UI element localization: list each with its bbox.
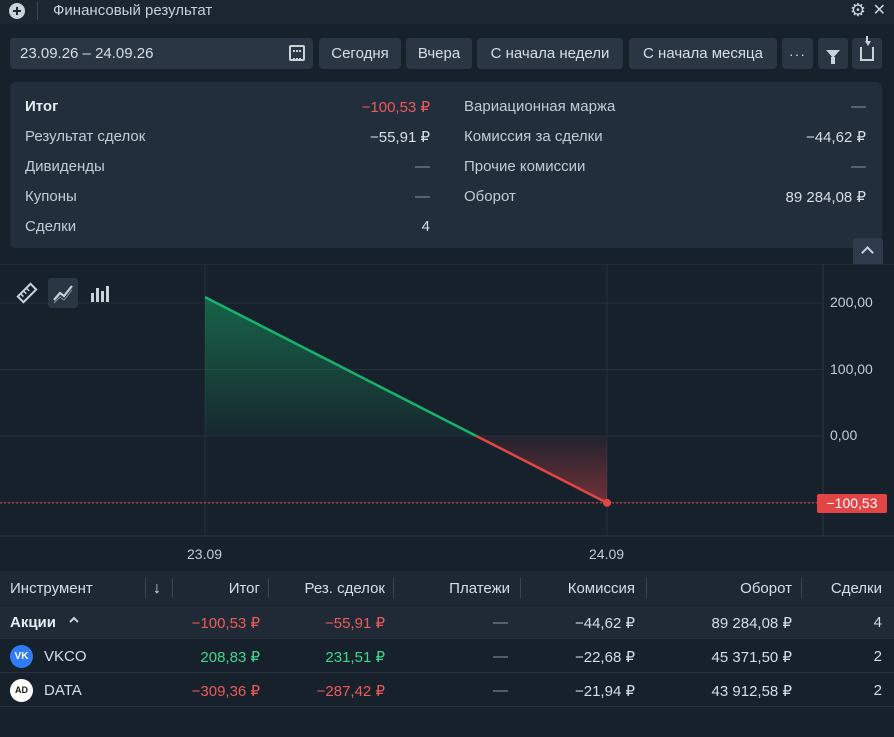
table-group-row[interactable]: Акции −100,53 ₽ −55,91 ₽ — −44,62 ₽ 89 2… <box>0 606 894 639</box>
y-tick-label: 0,00 <box>830 427 858 443</box>
group-turnover: 89 284,08 ₽ <box>711 615 792 632</box>
row-deals: 2 <box>873 648 882 665</box>
group-trades-result: −55,91 ₽ <box>324 615 385 632</box>
row-turnover: 43 912,58 ₽ <box>711 683 792 700</box>
column-separator[interactable] <box>646 578 647 598</box>
settings-gear-icon[interactable]: ⚙ <box>850 1 866 19</box>
add-widget-icon[interactable] <box>9 3 25 19</box>
y-tick-label: 200,00 <box>830 294 873 310</box>
bar-chart-icon <box>91 286 109 302</box>
summary-trades-result-value: −55,91 ₽ <box>369 129 430 146</box>
column-header-commission[interactable]: Комиссия <box>568 580 635 597</box>
group-commission: −44,62 ₽ <box>574 615 635 632</box>
pnl-chart-svg <box>0 264 894 537</box>
summary-total-label: Итог <box>25 98 59 115</box>
summary-coupons-label: Купоны <box>25 188 77 205</box>
column-header-instrument[interactable]: Инструмент <box>10 580 93 597</box>
column-header-total[interactable]: Итог <box>229 580 260 597</box>
column-header-payments[interactable]: Платежи <box>449 580 510 597</box>
group-payments: — <box>493 614 508 631</box>
column-header-deals[interactable]: Сделки <box>831 580 882 597</box>
column-separator[interactable] <box>268 578 269 598</box>
table-row[interactable]: AD DATA −309,36 ₽ −287,42 ₽ — −21,94 ₽ 4… <box>0 674 894 707</box>
yesterday-button[interactable]: Вчера <box>406 38 472 69</box>
date-range-picker[interactable]: 23.09.26 – 24.09.26 <box>10 38 313 69</box>
summary-variation-margin-value: — <box>851 98 866 115</box>
close-icon[interactable]: ✕ <box>873 2 886 20</box>
title-separator <box>37 2 38 20</box>
summary-trades-result-label: Результат сделок <box>25 128 146 145</box>
row-deals: 2 <box>873 682 882 699</box>
filter-button[interactable] <box>818 38 848 69</box>
chevron-up-icon[interactable] <box>68 613 80 630</box>
row-commission: −21,94 ₽ <box>574 683 635 700</box>
filter-funnel-icon <box>826 49 840 64</box>
row-ticker: VKCO <box>44 648 87 665</box>
column-separator[interactable] <box>801 578 802 598</box>
group-deals: 4 <box>873 614 882 631</box>
summary-deals-value: 4 <box>421 218 430 235</box>
summary-turnover-label: Оборот <box>464 188 516 205</box>
current-value-label: −100,53 <box>817 493 887 513</box>
row-trades-result: −287,42 ₽ <box>316 683 385 700</box>
chart-tools <box>12 278 114 308</box>
month-to-date-button[interactable]: С начала месяца <box>629 38 777 69</box>
summary-panel: Итог −100,53 ₽ Результат сделок −55,91 ₽… <box>10 82 882 248</box>
summary-commission-label: Комиссия за сделки <box>464 128 603 145</box>
download-icon <box>860 35 874 61</box>
today-button[interactable]: Сегодня <box>319 38 401 69</box>
group-total: −100,53 ₽ <box>191 615 260 632</box>
chart-grid <box>0 264 823 536</box>
line-chart-button[interactable] <box>48 278 78 308</box>
title-bar: Финансовый результат ⚙ ✕ <box>0 0 894 24</box>
period-toolbar: 23.09.26 – 24.09.26 Сегодня Вчера С нача… <box>0 30 894 76</box>
calendar-icon <box>289 45 305 61</box>
row-ticker: DATA <box>44 682 82 699</box>
window-title: Финансовый результат <box>53 2 213 19</box>
summary-coupons-value: — <box>415 188 430 205</box>
x-tick-label: 24.09 <box>589 546 625 562</box>
ruler-icon <box>16 282 38 304</box>
summary-other-commissions-label: Прочие комиссии <box>464 158 586 175</box>
row-turnover: 45 371,50 ₽ <box>711 649 792 666</box>
summary-other-commissions-value: — <box>851 158 866 175</box>
row-payments: — <box>493 682 508 699</box>
group-name: Акции <box>10 614 57 631</box>
arenadata-logo-icon: AD <box>10 679 33 702</box>
row-total: 208,83 ₽ <box>200 649 260 666</box>
y-tick-label: 100,00 <box>830 360 873 377</box>
vk-logo-icon: VK <box>10 645 33 668</box>
line-chart-icon <box>53 285 73 304</box>
row-commission: −22,68 ₽ <box>574 649 635 666</box>
data-point-24-09 <box>603 498 611 507</box>
bar-chart-button[interactable] <box>84 278 114 308</box>
summary-deals-label: Сделки <box>25 218 77 235</box>
more-periods-button[interactable]: ··· <box>782 38 813 69</box>
summary-turnover-value: 89 284,08 ₽ <box>785 189 866 206</box>
pnl-chart: 200,00 100,00 0,00 23.09 24.09 <box>0 264 894 570</box>
summary-total-value: −100,53 ₽ <box>361 99 430 116</box>
week-to-date-button[interactable]: С начала недели <box>477 38 623 69</box>
column-separator[interactable] <box>145 578 146 598</box>
column-separator[interactable] <box>520 578 521 598</box>
ruler-tool-button[interactable] <box>12 278 42 308</box>
summary-dividends-value: — <box>415 158 430 175</box>
x-tick-label: 23.09 <box>187 546 223 562</box>
summary-dividends-label: Дивиденды <box>25 158 105 175</box>
row-total: −309,36 ₽ <box>191 683 260 700</box>
sort-descending-icon[interactable]: ↓ <box>153 580 161 598</box>
column-separator[interactable] <box>393 578 394 598</box>
column-header-trades-result[interactable]: Рез. сделок <box>305 580 386 597</box>
table-header: Инструмент ↓ Итог Рез. сделок Платежи Ко… <box>0 571 894 605</box>
row-payments: — <box>493 648 508 665</box>
column-header-turnover[interactable]: Оборот <box>740 580 792 597</box>
summary-commission-value: −44,62 ₽ <box>805 129 866 146</box>
download-button[interactable] <box>852 35 882 69</box>
row-trades-result: 231,51 ₽ <box>325 649 385 666</box>
column-separator[interactable] <box>172 578 173 598</box>
collapse-summary-chevron-up-icon[interactable] <box>853 238 883 264</box>
date-range-value: 23.09.26 – 24.09.26 <box>20 45 154 62</box>
table-row[interactable]: VK VKCO 208,83 ₽ 231,51 ₽ — −22,68 ₽ 45 … <box>0 640 894 673</box>
summary-variation-margin-label: Вариационная маржа <box>464 98 616 115</box>
